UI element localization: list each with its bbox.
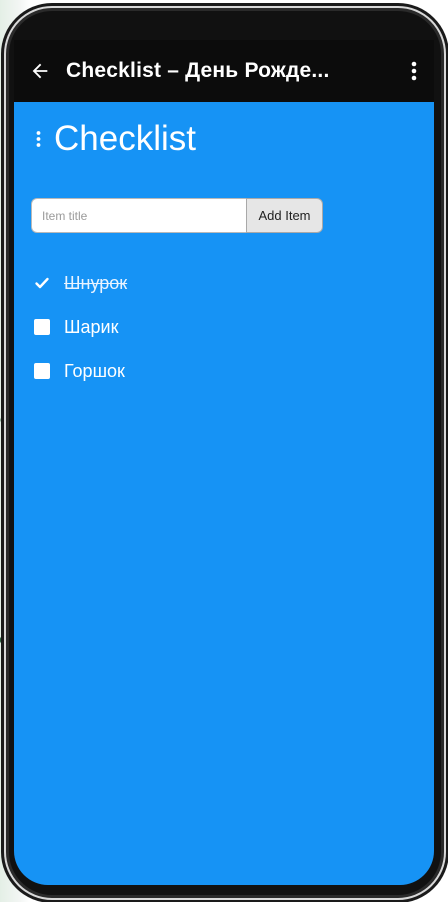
arrow-back-icon[interactable] (14, 40, 66, 102)
drag-handle-icon[interactable] (32, 127, 44, 151)
add-item-form: Add Item (31, 198, 323, 233)
list-item[interactable]: Шнурок (34, 261, 434, 305)
item-label: Шарик (64, 316, 119, 337)
checkmark-icon (35, 277, 49, 289)
main-content: Checklist Add Item Шнурок Шарик Горшок (14, 102, 434, 393)
more-vert-icon[interactable] (394, 40, 434, 102)
checklist-items: Шнурок Шарик Горшок (14, 261, 434, 393)
app-bar: Checklist – День Рожде... (14, 40, 434, 102)
page-title: Checklist (54, 119, 196, 158)
checkbox-checked[interactable] (34, 275, 50, 291)
add-item-button[interactable]: Add Item (246, 198, 323, 233)
item-title-input[interactable] (31, 198, 246, 233)
item-label: Шнурок (64, 272, 128, 293)
checkbox-unchecked[interactable] (34, 363, 50, 379)
app-title: Checklist – День Рожде... (66, 59, 330, 82)
heading-row: Checklist (14, 102, 434, 176)
checkbox-unchecked[interactable] (34, 319, 50, 335)
list-item[interactable]: Шарик (34, 305, 434, 349)
item-label: Горшок (64, 360, 125, 381)
list-item[interactable]: Горшок (34, 349, 434, 393)
